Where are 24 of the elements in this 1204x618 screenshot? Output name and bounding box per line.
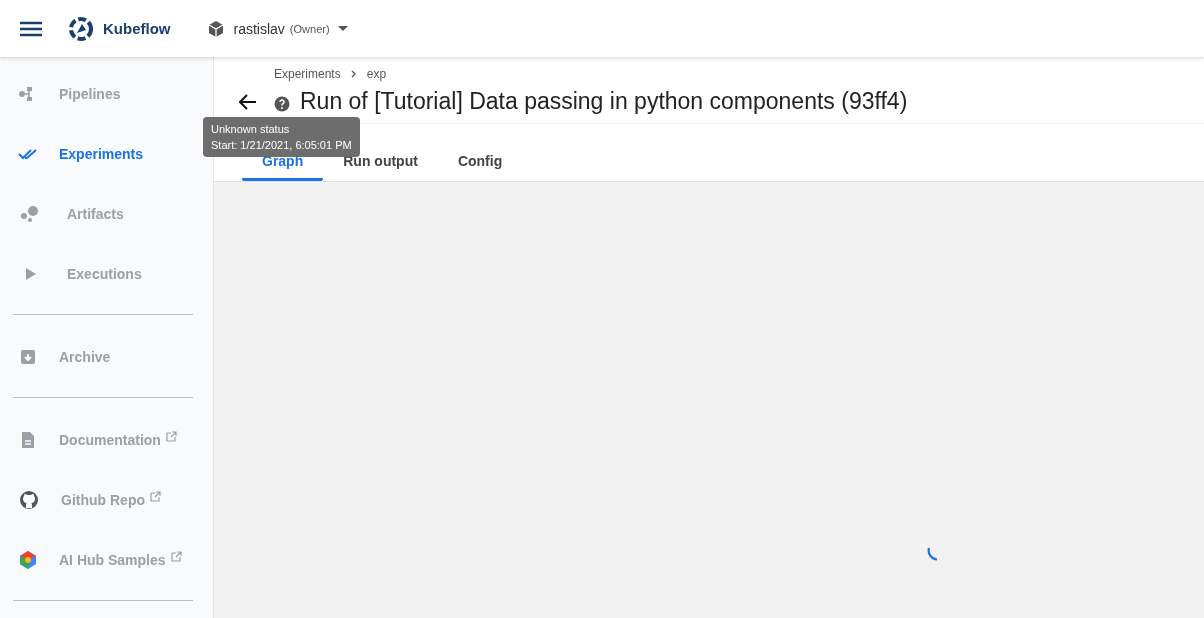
sidebar-item[interactable]: AI Hub Samples: [0, 530, 213, 590]
namespace-name[interactable]: rastislav: [233, 20, 285, 37]
github-icon: [18, 489, 40, 511]
back-arrow-icon[interactable]: [239, 93, 257, 110]
status-tooltip: Unknown status Start: 1/21/2021, 6:05:01 PM: [203, 117, 360, 157]
breadcrumb-link[interactable]: Experiments: [274, 67, 341, 81]
archive-icon: [18, 347, 38, 367]
menu-icon[interactable]: [20, 20, 42, 37]
sidebar-item[interactable]: Documentation: [0, 410, 213, 470]
hexagon-logo-icon: [18, 550, 38, 570]
kubeflow-logo-icon: [69, 16, 93, 41]
chevron-right-icon: [350, 70, 357, 78]
sidebar-item[interactable]: Archive: [0, 327, 213, 387]
cube-icon: [206, 19, 225, 38]
dropdown-caret-icon[interactable]: [337, 26, 348, 31]
page-title: Run of [Tutorial] Data passing in python components (93ff4): [300, 88, 908, 115]
sidebar-item[interactable]: Artifacts: [0, 184, 213, 244]
breadcrumb-link[interactable]: exp: [366, 67, 387, 81]
sidebar-item[interactable]: Executions: [0, 244, 213, 304]
brand-name[interactable]: Kubeflow: [103, 20, 171, 37]
role-label: (Owner): [289, 22, 330, 35]
tab[interactable]: Config: [437, 153, 523, 181]
sidebar-item[interactable]: Github Repo: [0, 470, 213, 530]
help-status-icon: [274, 95, 290, 112]
